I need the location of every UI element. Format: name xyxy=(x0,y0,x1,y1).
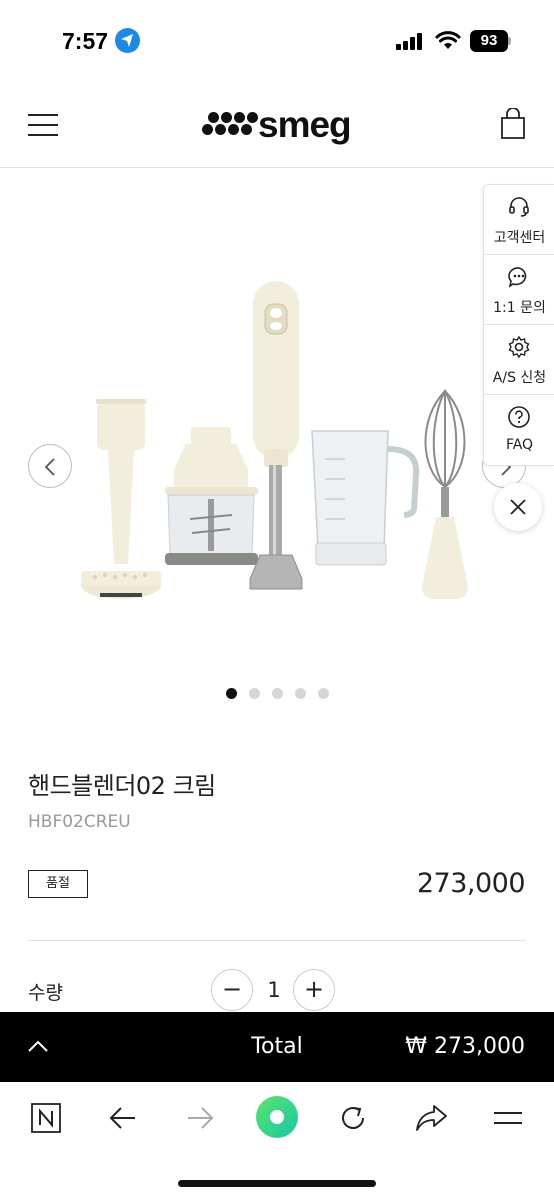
side-item-label: FAQ xyxy=(505,437,534,453)
pagination-dot[interactable] xyxy=(272,688,283,699)
product-image xyxy=(81,281,468,599)
side-item-customer-center[interactable]: 고객센터 xyxy=(484,185,554,255)
pagination-dot[interactable] xyxy=(318,688,329,699)
whisk-attachment xyxy=(422,388,468,599)
location-arrow-icon xyxy=(115,28,140,53)
hamburger-menu-icon[interactable] xyxy=(28,114,58,136)
soldout-badge: 품절 xyxy=(28,870,88,898)
divider xyxy=(28,940,526,941)
wifi-icon xyxy=(435,31,461,49)
side-item-label: 고객센터 xyxy=(493,230,546,246)
logo-dots-icon xyxy=(202,112,258,142)
product-code: HBF02CREU xyxy=(28,812,131,832)
side-item-as-request[interactable]: A/S 신청 xyxy=(484,325,554,395)
quantity-decrease-button[interactable]: − xyxy=(211,969,253,1011)
home-green-icon[interactable] xyxy=(254,1094,300,1140)
side-quick-menu: 고객센터 1:1 문의 A/S 신청 FAQ xyxy=(483,184,554,466)
potato-masher-attachment xyxy=(81,399,161,599)
side-item-one-on-one[interactable]: 1:1 문의 xyxy=(484,255,554,325)
side-menu-close-button[interactable] xyxy=(494,483,542,531)
pagination-dot[interactable] xyxy=(295,688,306,699)
forward-arrow-icon[interactable] xyxy=(180,1098,220,1138)
quantity-label: 수량 xyxy=(28,982,63,1004)
reload-icon[interactable] xyxy=(333,1098,373,1138)
carousel-prev-button[interactable] xyxy=(28,444,72,488)
site-header: smeg xyxy=(0,84,554,168)
product-price: 273,000 xyxy=(416,868,526,899)
total-bar: Total ₩ 273,000 xyxy=(0,1012,554,1082)
status-bar: 7:57 93 xyxy=(0,0,554,84)
logo-text: smeg xyxy=(258,104,352,145)
back-arrow-icon[interactable] xyxy=(103,1098,143,1138)
battery-icon: 93 xyxy=(470,30,508,52)
measuring-jug xyxy=(311,430,420,566)
quantity-value: 1 xyxy=(267,978,281,1002)
question-icon xyxy=(508,406,530,428)
side-item-faq[interactable]: FAQ xyxy=(484,395,554,465)
battery-tip xyxy=(508,37,511,45)
shopping-bag-icon[interactable] xyxy=(500,108,526,140)
naver-n-icon[interactable] xyxy=(26,1098,66,1138)
menu-icon[interactable] xyxy=(488,1098,528,1138)
side-item-label: 1:1 문의 xyxy=(493,300,546,316)
side-item-label: A/S 신청 xyxy=(492,370,547,386)
hand-blender xyxy=(249,281,303,590)
product-gallery[interactable] xyxy=(0,169,554,729)
total-price: ₩ 273,000 xyxy=(405,1034,525,1059)
gear-icon xyxy=(508,335,530,359)
close-icon xyxy=(510,499,526,515)
pagination-dot[interactable] xyxy=(249,688,260,699)
chopper-attachment xyxy=(165,427,258,565)
pagination-dot[interactable] xyxy=(226,688,237,699)
cellular-signal-icon xyxy=(396,32,426,50)
clock-time: 7:57 xyxy=(62,28,109,54)
headset-icon xyxy=(509,197,529,217)
quantity-increase-button[interactable]: + xyxy=(293,969,335,1011)
share-icon[interactable] xyxy=(410,1098,450,1138)
browser-toolbar xyxy=(0,1082,554,1200)
product-name: 핸드블렌더02 크림 xyxy=(28,772,216,800)
home-indicator xyxy=(178,1180,376,1187)
chat-bubble-icon xyxy=(508,267,527,288)
